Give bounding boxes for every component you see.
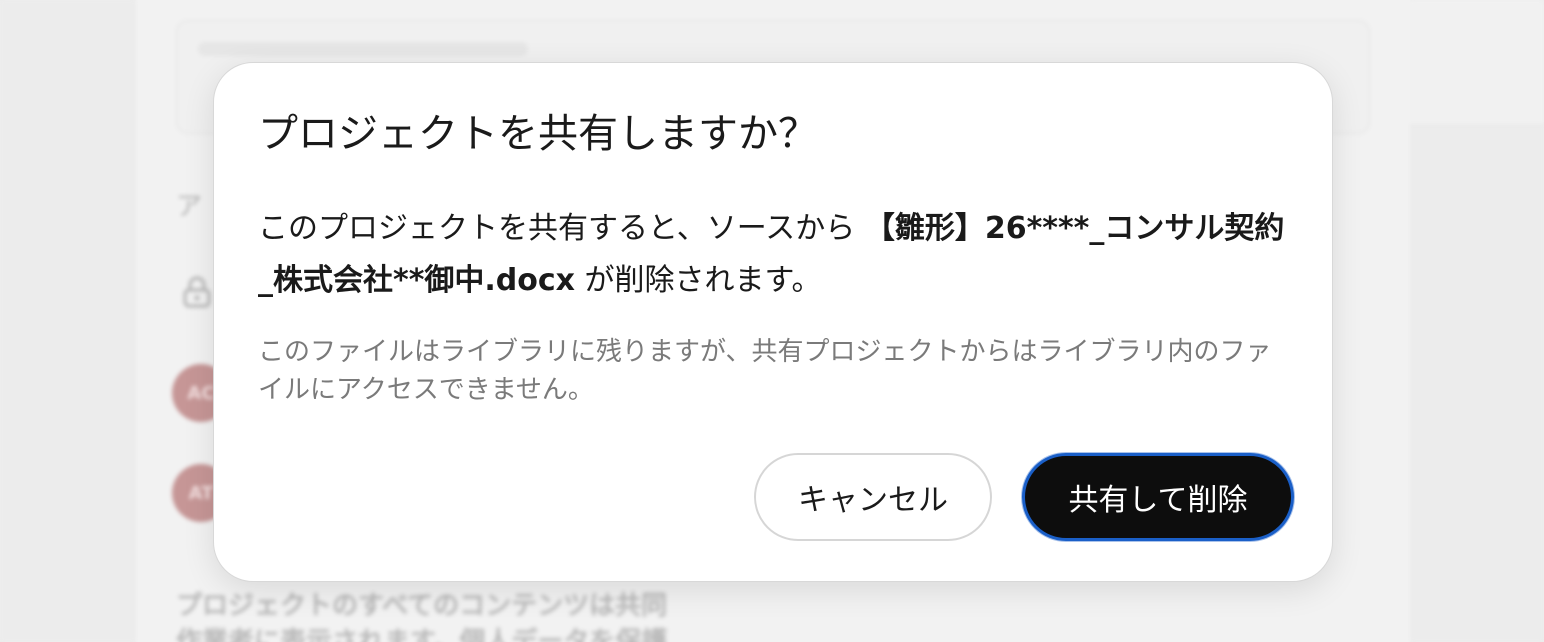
background-section-label: ア [176,192,203,222]
message-suffix: が削除されます。 [575,263,822,298]
share-and-delete-button[interactable]: 共有して削除 [1022,453,1294,541]
background-footer-line: プロジェクトのすべてのコンテンツは共同 [176,591,668,621]
background-footer-line: 作業者に表示されます。個人データを保護 [176,627,668,642]
dialog-note: このファイルはライブラリに残りますが、共有プロジェクトからはライブラリ内のファイ… [258,337,1272,405]
lock-icon [183,276,211,308]
background-footer-text: プロジェクトのすべてのコンテンツは共同 作業者に表示されます。個人データを保護 [176,588,776,642]
message-prefix: このプロジェクトを共有すると、ソースから [258,211,865,246]
dialog-title: プロジェクトを共有しますか？ [258,111,818,157]
cancel-button[interactable]: キャンセル [754,453,992,541]
dialog-message: このプロジェクトを共有すると、ソースから 【雛形】26****_コンサル契約_株… [258,203,1288,307]
background-right-strip [1410,0,1544,126]
background-card-pill [198,42,528,56]
share-project-dialog: プロジェクトを共有しますか？ このプロジェクトを共有すると、ソースから 【雛形】… [213,62,1333,582]
